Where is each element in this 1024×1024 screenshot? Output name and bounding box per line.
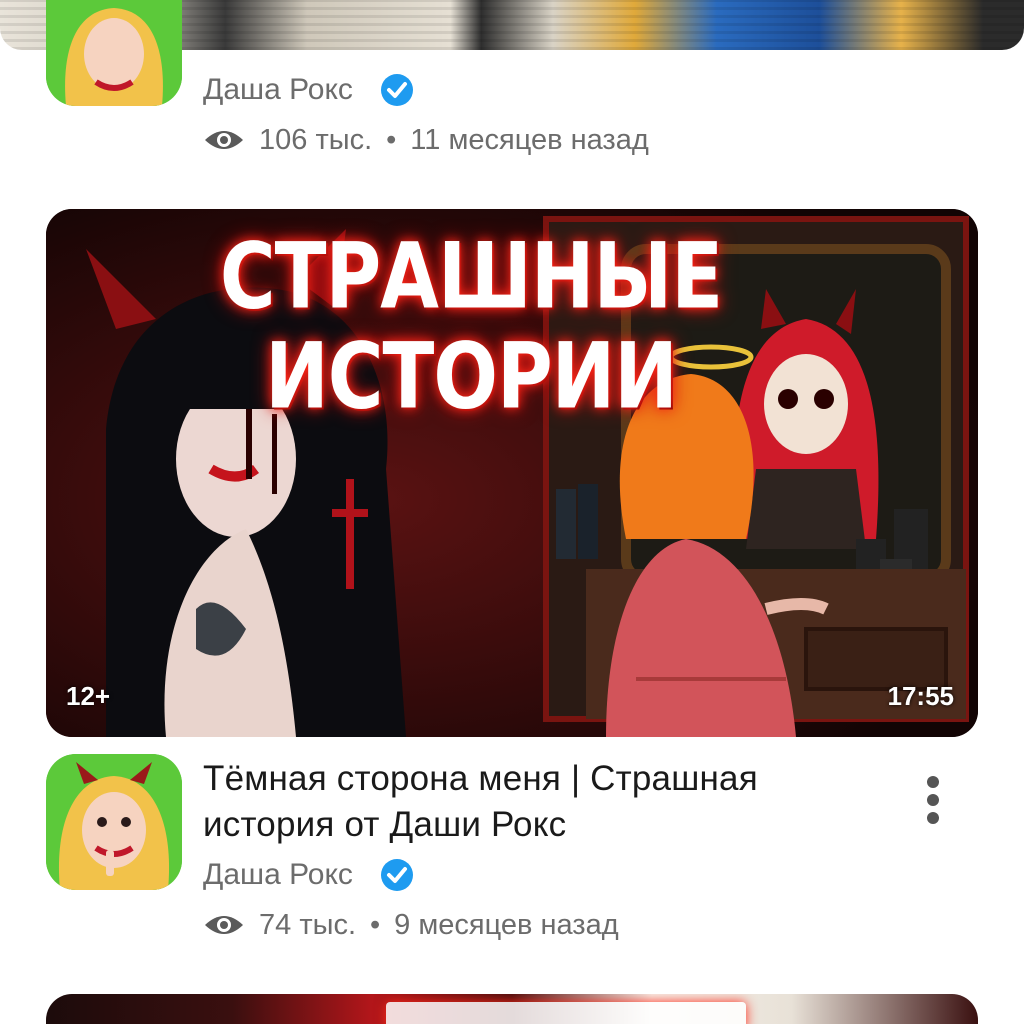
- video-thumbnail[interactable]: СТРАШНЫЕ ИСТОРИИ 12+ 17:55: [46, 209, 978, 737]
- video-meta: 74 тыс. • 9 месяцев назад: [203, 905, 619, 945]
- thumbnail-caption-line1: СТРАШНЫЕ: [219, 222, 723, 329]
- age-rating-badge: 12+: [66, 681, 111, 711]
- video-feed: Даша Рокс 106 тыс. • 11 месяцев назад СТ…: [0, 0, 1024, 1024]
- prev-channel-avatar[interactable]: [46, 0, 182, 106]
- eye-icon: [205, 916, 243, 934]
- view-count: 74 тыс.: [259, 908, 356, 941]
- upload-age: 11 месяцев назад: [410, 123, 649, 156]
- verified-badge-icon: [380, 859, 413, 891]
- prev-video-meta: 106 тыс. • 11 месяцев назад: [203, 120, 649, 160]
- avatar-image: [46, 0, 182, 106]
- avatar-image: [46, 754, 182, 890]
- meta-separator: •: [370, 908, 381, 941]
- upload-age: 9 месяцев назад: [394, 908, 619, 941]
- channel-name[interactable]: Даша Рокс: [203, 73, 353, 107]
- channel-avatar[interactable]: [46, 754, 182, 890]
- more-vertical-icon: [927, 794, 939, 806]
- more-vertical-icon: [927, 812, 939, 824]
- channel-name[interactable]: Даша Рокс: [203, 858, 353, 892]
- thumbnail-caption-line2: ИСТОРИИ: [265, 322, 678, 429]
- more-vertical-icon: [927, 776, 939, 788]
- meta-separator: •: [386, 123, 397, 156]
- channel-row[interactable]: Даша Рокс: [203, 855, 415, 895]
- view-count: 106 тыс.: [259, 123, 373, 156]
- duration-badge: 17:55: [887, 681, 955, 711]
- prev-channel-row[interactable]: Даша Рокс: [203, 70, 415, 110]
- eye-icon: [205, 131, 243, 149]
- video-title[interactable]: Тёмная сторона меня | Страшная история о…: [203, 756, 883, 848]
- thumbnail-caption-peek: [386, 1002, 746, 1024]
- more-options-button[interactable]: [916, 772, 950, 828]
- verified-badge-icon: [380, 74, 413, 106]
- next-video-thumbnail[interactable]: [46, 994, 978, 1024]
